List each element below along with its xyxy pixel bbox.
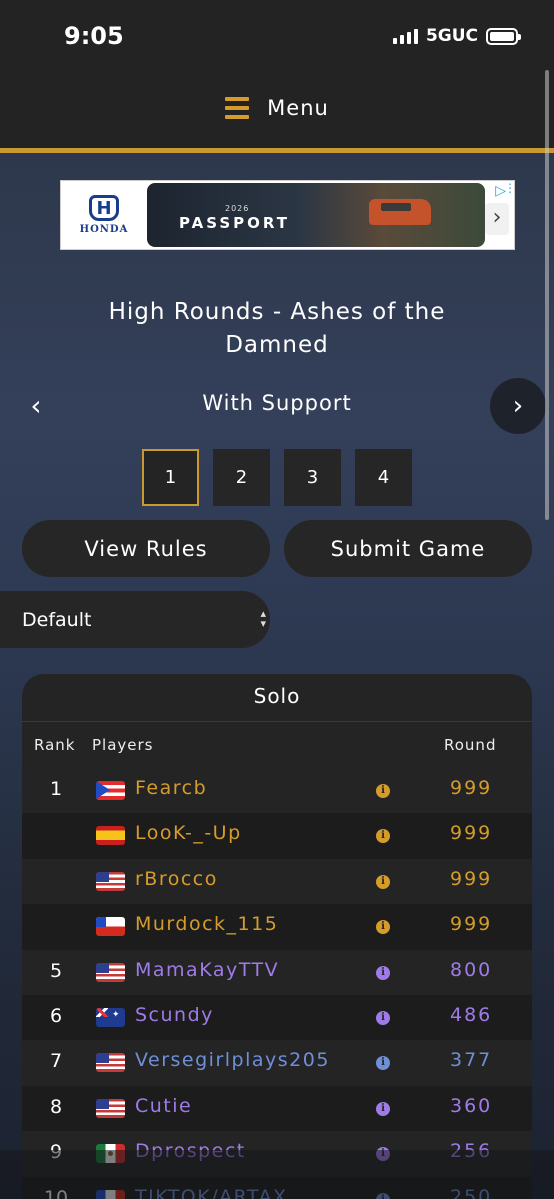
row-rank: 7 <box>49 1050 63 1073</box>
table-row[interactable]: rBrocco i 999 <box>22 859 532 904</box>
car-image <box>369 199 431 225</box>
table-header: Rank Players Round <box>22 726 532 766</box>
row-rank: 1 <box>49 778 63 800</box>
info-icon[interactable]: i <box>376 829 390 844</box>
ad-options-icon[interactable]: ⋮ <box>504 181 516 195</box>
sort-select-value: Default <box>22 608 92 631</box>
info-icon[interactable]: i <box>376 965 390 980</box>
row-round: 360 <box>450 1094 493 1117</box>
honda-h-icon: H <box>89 195 119 221</box>
table-row[interactable]: 7 Versegirlplays205 i 377 <box>22 1040 532 1085</box>
info-icon[interactable]: i <box>376 784 390 798</box>
next-category-button[interactable]: › <box>490 378 546 434</box>
honda-logo: H HONDA <box>61 181 147 249</box>
battery-icon <box>486 27 521 45</box>
table-row[interactable]: 8 Cutie i 360 <box>22 1085 532 1132</box>
row-rank: 6 <box>49 1004 63 1027</box>
ad-banner[interactable]: H HONDA 2026 PASSPORT ▷ ⋮ › <box>60 180 516 250</box>
info-icon[interactable]: i <box>376 1010 390 1025</box>
row-round: 377 <box>450 1049 493 1072</box>
page-title: High Rounds - Ashes of the Damned <box>108 299 446 358</box>
mexico-flag-icon <box>96 1144 125 1164</box>
player-name-link[interactable]: TIKTOK/ARTAX <box>135 1186 288 1199</box>
select-caret-icon: ▴ ▾ <box>260 607 266 630</box>
player-name-link[interactable]: Dprospect <box>135 1140 246 1162</box>
row-round: 800 <box>450 958 493 981</box>
table-row[interactable]: LooK-_-Up i 999 <box>22 813 532 859</box>
row-round: 999 <box>450 913 493 936</box>
usa-flag-icon <box>96 1053 125 1073</box>
row-round: 999 <box>450 777 493 799</box>
info-icon[interactable]: i <box>376 1147 390 1162</box>
network-label: 5GUC <box>425 26 478 46</box>
category-subtitle: With Support <box>202 391 352 415</box>
ad-product: PASSPORT <box>179 214 291 232</box>
ad-year: 2026 <box>225 204 250 213</box>
row-round: 486 <box>450 1003 493 1026</box>
info-icon[interactable]: i <box>376 1056 390 1071</box>
status-indicators: 5GUC <box>392 26 521 46</box>
page-button-2[interactable]: 2 <box>213 449 270 506</box>
row-round: 999 <box>450 822 493 845</box>
player-name-link[interactable]: Murdock_115 <box>135 913 278 935</box>
header-players: Players <box>92 736 154 754</box>
signal-icon <box>392 28 418 44</box>
australia-flag-icon <box>96 1007 125 1027</box>
status-bar: 9:05 5GUC <box>0 0 554 68</box>
leaderboard-panel: Solo Rank Players Round 1 Fearcb i 999 LooK-… <box>22 674 532 1199</box>
row-rank: 5 <box>49 959 63 982</box>
player-name-link[interactable]: Scundy <box>135 1004 214 1026</box>
table-row[interactable]: 5 MamaKayTTV i 800 <box>22 950 532 995</box>
table-row[interactable]: 1 Fearcb i 999 <box>22 768 532 813</box>
category-switcher: ‹ With Support › <box>0 378 554 434</box>
usa-flag-icon <box>96 871 125 891</box>
header-round: Round <box>444 736 497 754</box>
row-round: 999 <box>450 867 493 890</box>
ad-brand: HONDA <box>79 224 129 235</box>
info-icon[interactable]: i <box>376 874 390 889</box>
submit-game-button[interactable]: Submit Game <box>284 520 532 577</box>
view-rules-button[interactable]: View Rules <box>22 520 270 577</box>
player-name-link[interactable]: Fearcb <box>135 777 207 799</box>
player-name-link[interactable]: MamaKayTTV <box>135 959 279 981</box>
status-time: 9:05 <box>64 22 124 50</box>
row-rank: 10 <box>43 1186 69 1199</box>
france-flag-icon <box>96 1189 125 1199</box>
page-button-4[interactable]: 4 <box>355 449 412 506</box>
info-icon[interactable]: i <box>376 1192 390 1199</box>
sort-select[interactable]: Default ▴ ▾ <box>0 591 270 648</box>
player-name-link[interactable]: LooK-_-Up <box>135 822 242 844</box>
menu-label[interactable]: Menu <box>267 96 329 120</box>
page-button-3[interactable]: 3 <box>284 449 341 506</box>
header-rank: Rank <box>34 736 76 754</box>
row-round: 250 <box>450 1185 493 1199</box>
player-name-link[interactable]: rBrocco <box>135 868 218 890</box>
info-icon[interactable]: i <box>376 920 390 935</box>
header-divider <box>0 148 554 153</box>
menu-bar[interactable]: Menu <box>0 68 554 148</box>
row-rank: 8 <box>49 1095 63 1118</box>
usa-flag-icon <box>96 962 125 982</box>
hamburger-icon[interactable] <box>225 97 250 119</box>
table-row[interactable]: 6 Scundy i 486 <box>22 994 532 1041</box>
usa-flag-icon <box>96 1098 125 1118</box>
table-row[interactable]: 10 TIKTOK/ARTAX i 250 <box>22 1176 532 1199</box>
row-rank: 9 <box>49 1141 63 1164</box>
ad-image[interactable]: 2026 PASSPORT <box>147 183 485 247</box>
chile-flag-icon <box>96 917 125 937</box>
puerto-rico-flag-icon <box>96 781 125 800</box>
leaderboard-rows: 1 Fearcb i 999 LooK-_-Up i 999 rBrocco i 999 Murdo… <box>22 768 532 1199</box>
pagination: 1 2 3 4 <box>142 449 412 506</box>
spain-flag-icon <box>96 826 125 846</box>
table-row[interactable]: Murdock_115 i 999 <box>22 904 532 950</box>
page-button-1[interactable]: 1 <box>142 449 199 506</box>
player-name-link[interactable]: Cutie <box>135 1095 192 1117</box>
scrollbar[interactable] <box>545 70 549 520</box>
table-row[interactable]: 9 Dprospect i 256 <box>22 1131 532 1176</box>
leaderboard-title: Solo <box>22 674 532 722</box>
player-name-link[interactable]: Versegirlplays205 <box>135 1049 330 1071</box>
info-icon[interactable]: i <box>376 1101 390 1116</box>
row-round: 256 <box>450 1140 493 1163</box>
ad-next-icon[interactable]: › <box>485 203 509 235</box>
